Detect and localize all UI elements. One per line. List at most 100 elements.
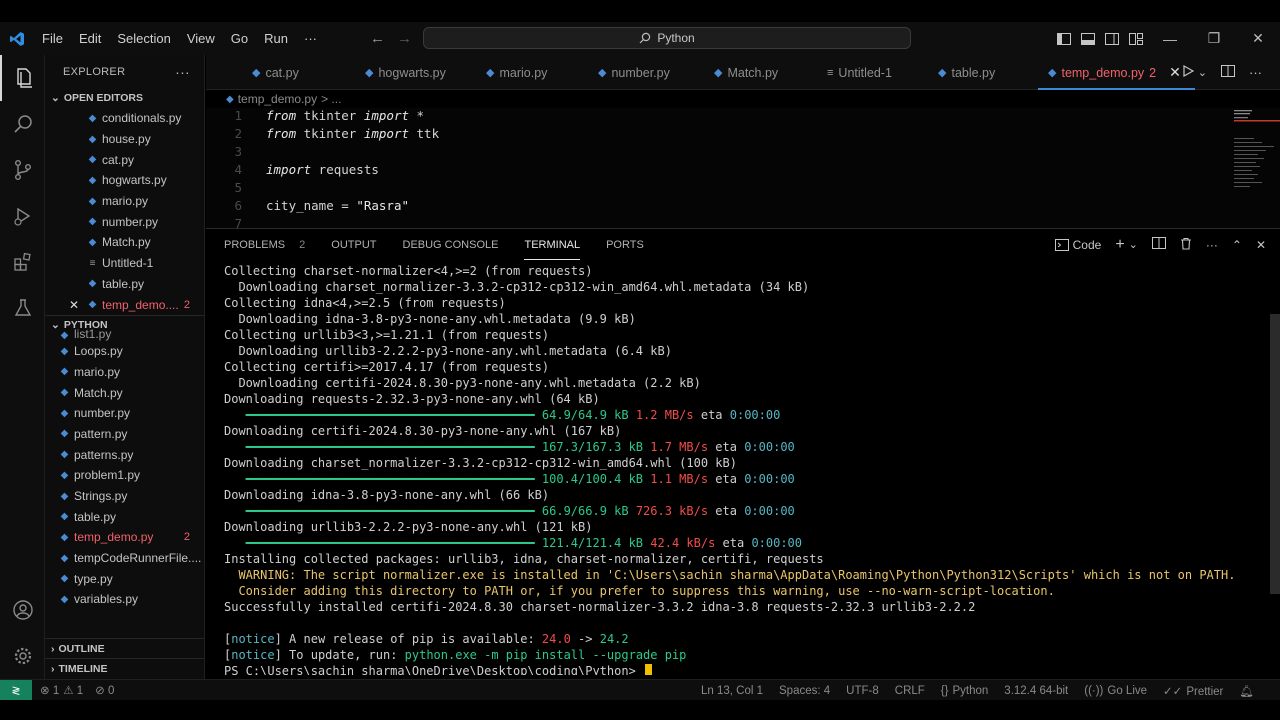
testing-icon[interactable]	[0, 285, 45, 331]
file-item[interactable]: ◆ variables.py	[45, 589, 204, 610]
tab-number[interactable]: ◆ number.py	[598, 55, 670, 90]
encoding[interactable]: UTF-8	[838, 685, 887, 697]
file-item[interactable]: ◆ list1.py	[45, 327, 204, 341]
extensions-icon[interactable]	[0, 239, 45, 285]
accounts-icon[interactable]	[0, 587, 45, 633]
toggle-secondary-sidebar-icon[interactable]	[1100, 22, 1124, 55]
menu-edit[interactable]: Edit	[71, 22, 109, 55]
menu-selection[interactable]: Selection	[109, 22, 178, 55]
customize-layout-icon[interactable]	[1124, 22, 1148, 55]
open-editor-item[interactable]: ◆ conditionals.py	[45, 108, 204, 129]
language-mode[interactable]: {} Python	[933, 685, 997, 697]
breadcrumb-separator[interactable]: > ...	[321, 92, 341, 106]
open-editor-item[interactable]: ◆ cat.py	[45, 149, 204, 170]
open-editor-item[interactable]: ◆ Match.py	[45, 232, 204, 253]
terminal-profile[interactable]: Code	[1054, 238, 1101, 252]
file-item[interactable]: ◆ problem1.py	[45, 465, 204, 486]
chevron-down-icon[interactable]: ⌄	[1198, 66, 1207, 79]
file-item[interactable]: ◆ Match.py	[45, 382, 204, 403]
explorer-icon[interactable]	[0, 55, 45, 101]
tab-table[interactable]: ◆ table.py	[938, 55, 995, 90]
terminal-scrollbar[interactable]	[1270, 314, 1280, 594]
code-line[interactable]: 2 from tkinter import ttk	[206, 126, 1146, 144]
run-python-icon[interactable]	[1182, 64, 1195, 80]
tab-ports[interactable]: PORTS	[606, 239, 644, 251]
file-item[interactable]: ◆ type.py	[45, 568, 204, 589]
line-ending[interactable]: CRLF	[887, 685, 933, 697]
menu-go[interactable]: Go	[223, 22, 256, 55]
close-panel-icon[interactable]: ✕	[1256, 238, 1266, 252]
forward-arrow-icon[interactable]: →	[397, 30, 412, 47]
file-item[interactable]: ◆ Strings.py	[45, 486, 204, 507]
open-editor-item-active[interactable]: ✕ ◆ temp_demo.... 2	[45, 294, 204, 315]
open-editors-header[interactable]: ⌄ OPEN EDITORS	[45, 88, 204, 108]
run-debug-icon[interactable]	[0, 193, 45, 239]
menu-view[interactable]: View	[179, 22, 223, 55]
search-view-icon[interactable]	[0, 101, 45, 147]
tab-cat[interactable]: ◆ cat.py	[252, 55, 299, 90]
tab-output[interactable]: OUTPUT	[331, 239, 376, 251]
code-line[interactable]: 3	[206, 144, 1146, 162]
back-arrow-icon[interactable]: ←	[370, 30, 385, 47]
chevron-down-icon[interactable]: ⌄	[1129, 238, 1138, 251]
tab-match[interactable]: ◆ Match.py	[714, 55, 778, 90]
file-item[interactable]: ◆ patterns.py	[45, 444, 204, 465]
more-actions-icon[interactable]: ···	[1249, 65, 1262, 80]
source-control-icon[interactable]	[0, 147, 45, 193]
code-line[interactable]: 4 import requests	[206, 162, 1146, 180]
open-editor-item[interactable]: ◆ hogwarts.py	[45, 170, 204, 191]
file-item[interactable]: ◆ table.py	[45, 506, 204, 527]
file-item[interactable]: ◆ mario.py	[45, 362, 204, 383]
minimize-icon[interactable]: —	[1148, 22, 1192, 55]
open-editor-item[interactable]: ◆ table.py	[45, 274, 204, 295]
file-item[interactable]: ◆ Loops.py	[45, 341, 204, 362]
close-editor-icon[interactable]: ✕	[69, 298, 79, 312]
maximize-panel-icon[interactable]: ⌃	[1232, 238, 1242, 252]
close-tab-icon[interactable]: ✕	[1169, 64, 1181, 81]
file-item[interactable]: ◆ number.py	[45, 403, 204, 424]
remote-indicator-icon[interactable]: ≷	[0, 679, 32, 701]
code-editor[interactable]: 1 from tkinter import * 2 from tkinter impo…	[206, 108, 1280, 228]
tab-temp-demo[interactable]: ◆ temp_demo.py 2 ✕	[1038, 55, 1195, 90]
explorer-more-icon[interactable]: ···	[175, 64, 190, 80]
file-item-active[interactable]: ◆ temp_demo.py 2	[45, 527, 204, 548]
cursor-position[interactable]: Ln 13, Col 1	[693, 685, 771, 697]
tab-terminal[interactable]: TERMINAL	[524, 239, 580, 260]
more-actions-icon[interactable]: ···	[1206, 238, 1218, 252]
notifications-bell-icon[interactable]: 🔔︎	[1231, 684, 1262, 698]
menu-more[interactable]: ···	[296, 22, 325, 55]
command-center-search[interactable]: Python	[423, 27, 911, 49]
file-item[interactable]: ◆ tempCodeRunnerFile....	[45, 548, 204, 569]
tab-mario[interactable]: ◆ mario.py	[486, 55, 547, 90]
split-editor-icon[interactable]	[1221, 65, 1235, 80]
tab-problems[interactable]: PROBLEMS 2	[224, 239, 305, 251]
prettier-status[interactable]: ✓✓ Prettier	[1155, 684, 1231, 698]
outline-header[interactable]: › OUTLINE	[45, 638, 204, 658]
open-editor-item[interactable]: ◆ mario.py	[45, 191, 204, 212]
tab-debug-console[interactable]: DEBUG CONSOLE	[403, 239, 499, 251]
minimap[interactable]	[1160, 108, 1280, 228]
file-item[interactable]: ◆ pattern.py	[45, 424, 204, 445]
open-editor-item[interactable]: ◆ number.py	[45, 211, 204, 232]
open-editor-item[interactable]: ≡ Untitled-1	[45, 253, 204, 274]
trash-icon[interactable]	[1180, 237, 1192, 253]
indentation[interactable]: Spaces: 4	[771, 685, 838, 697]
menu-run[interactable]: Run	[256, 22, 296, 55]
split-terminal-icon[interactable]	[1151, 237, 1166, 252]
close-window-icon[interactable]: ✕	[1236, 22, 1280, 55]
code-line[interactable]: 5	[206, 180, 1146, 198]
terminal-output[interactable]: Collecting charset-normalizer<4,>=2 (fro…	[224, 263, 1264, 675]
open-editor-item[interactable]: ◆ house.py	[45, 129, 204, 150]
breadcrumb-file[interactable]: temp_demo.py	[238, 92, 317, 106]
python-interpreter[interactable]: 3.12.4 64-bit	[996, 685, 1076, 697]
code-line[interactable]: 6 city_name = "Rasra"	[206, 198, 1146, 216]
problems-summary[interactable]: ⊗ 1 ⚠ 1 ⊘ 0	[40, 683, 114, 697]
code-line[interactable]: 7	[206, 216, 1146, 228]
toggle-primary-sidebar-icon[interactable]	[1052, 22, 1076, 55]
go-live-button[interactable]: ((·)) Go Live	[1076, 685, 1155, 697]
menu-file[interactable]: File	[34, 22, 71, 55]
timeline-header[interactable]: › TIMELINE	[45, 658, 204, 678]
tab-untitled[interactable]: ≡ Untitled-1	[827, 55, 892, 90]
new-terminal-icon[interactable]: +	[1115, 236, 1124, 254]
manage-gear-icon[interactable]	[0, 633, 45, 679]
